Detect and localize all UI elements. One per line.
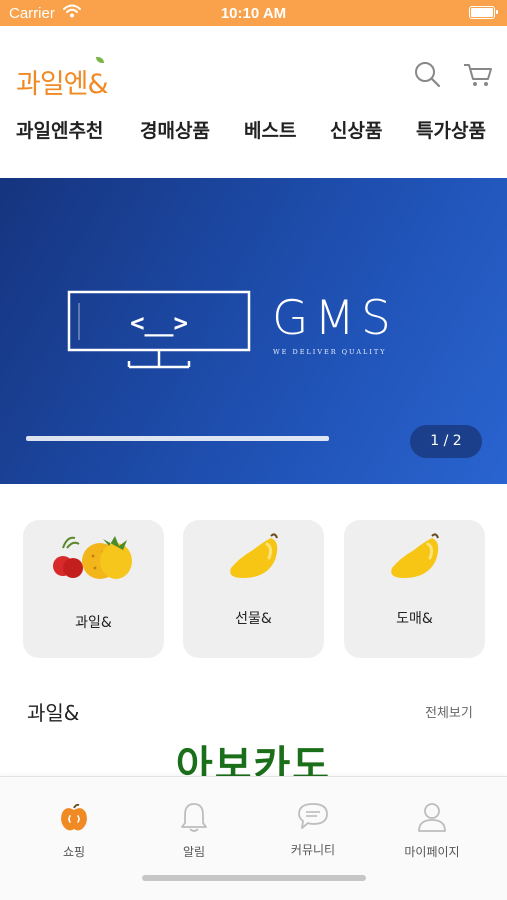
tab-mypage[interactable]: 마이페이지 <box>392 801 472 861</box>
banner-progress-bar <box>26 436 329 441</box>
tab-new[interactable]: 신상품 <box>330 116 382 143</box>
tab-community[interactable]: 커뮤니티 <box>273 801 353 861</box>
bottom-tab-bar: 쇼핑 알림 커뮤니티 마이페이지 <box>0 776 507 900</box>
app-header: 과일엔& 과일엔추천 경매상품 베스트 신상품 특가상품 <box>0 26 507 178</box>
clock: 10:10 AM <box>220 5 287 22</box>
tab-label: 알림 <box>182 845 206 859</box>
tab-label: 커뮤니티 <box>290 843 336 857</box>
category-nav: 과일엔추천 경매상품 베스트 신상품 특가상품 <box>0 116 507 152</box>
fruit-icon <box>53 536 132 579</box>
category-label: 선물& <box>235 611 272 627</box>
code-glyph: <__> <box>130 309 188 337</box>
category-card-wholesale[interactable]: 도매& <box>344 520 485 658</box>
banner-subtitle: WE DELIVER QUALITY <box>273 348 387 356</box>
apple-icon <box>61 803 87 831</box>
cart-icon[interactable] <box>463 62 493 88</box>
view-all-link[interactable]: 전체보기 <box>425 702 473 721</box>
tab-special[interactable]: 특가상품 <box>416 116 486 143</box>
monitor-code-icon: <__> <box>67 290 251 369</box>
category-card-fruit[interactable]: 과일& <box>23 520 164 658</box>
search-icon[interactable] <box>413 60 441 88</box>
tab-label: 쇼핑 <box>62 845 86 859</box>
tab-auction[interactable]: 경매상품 <box>140 116 210 143</box>
tab-notifications[interactable]: 알림 <box>154 801 234 861</box>
category-label: 도매& <box>396 611 433 627</box>
mango-icon <box>391 533 439 578</box>
tab-recommend[interactable]: 과일엔추천 <box>16 116 103 143</box>
banner-page-counter: 1 / 2 <box>410 425 482 458</box>
section-title: 과일& <box>27 701 80 725</box>
status-bar: Carrier 10:10 AM <box>0 0 507 26</box>
bell-icon <box>181 803 207 832</box>
person-icon <box>418 803 446 832</box>
tab-label: 마이페이지 <box>404 845 460 859</box>
category-card-gift[interactable]: 선물& <box>183 520 324 658</box>
banner-title: GMS <box>272 291 397 346</box>
banner-carousel[interactable]: <__> GMS WE DELIVER QUALITY 1 / 2 <box>0 178 507 484</box>
mango-icon <box>230 533 278 578</box>
battery-icon <box>469 6 498 19</box>
chat-bubble-icon <box>298 803 328 829</box>
app-logo[interactable]: 과일엔& <box>16 62 109 101</box>
tab-shopping[interactable]: 쇼핑 <box>34 801 114 861</box>
home-indicator <box>142 875 366 881</box>
category-label: 과일& <box>75 615 112 631</box>
tab-best[interactable]: 베스트 <box>244 116 296 143</box>
